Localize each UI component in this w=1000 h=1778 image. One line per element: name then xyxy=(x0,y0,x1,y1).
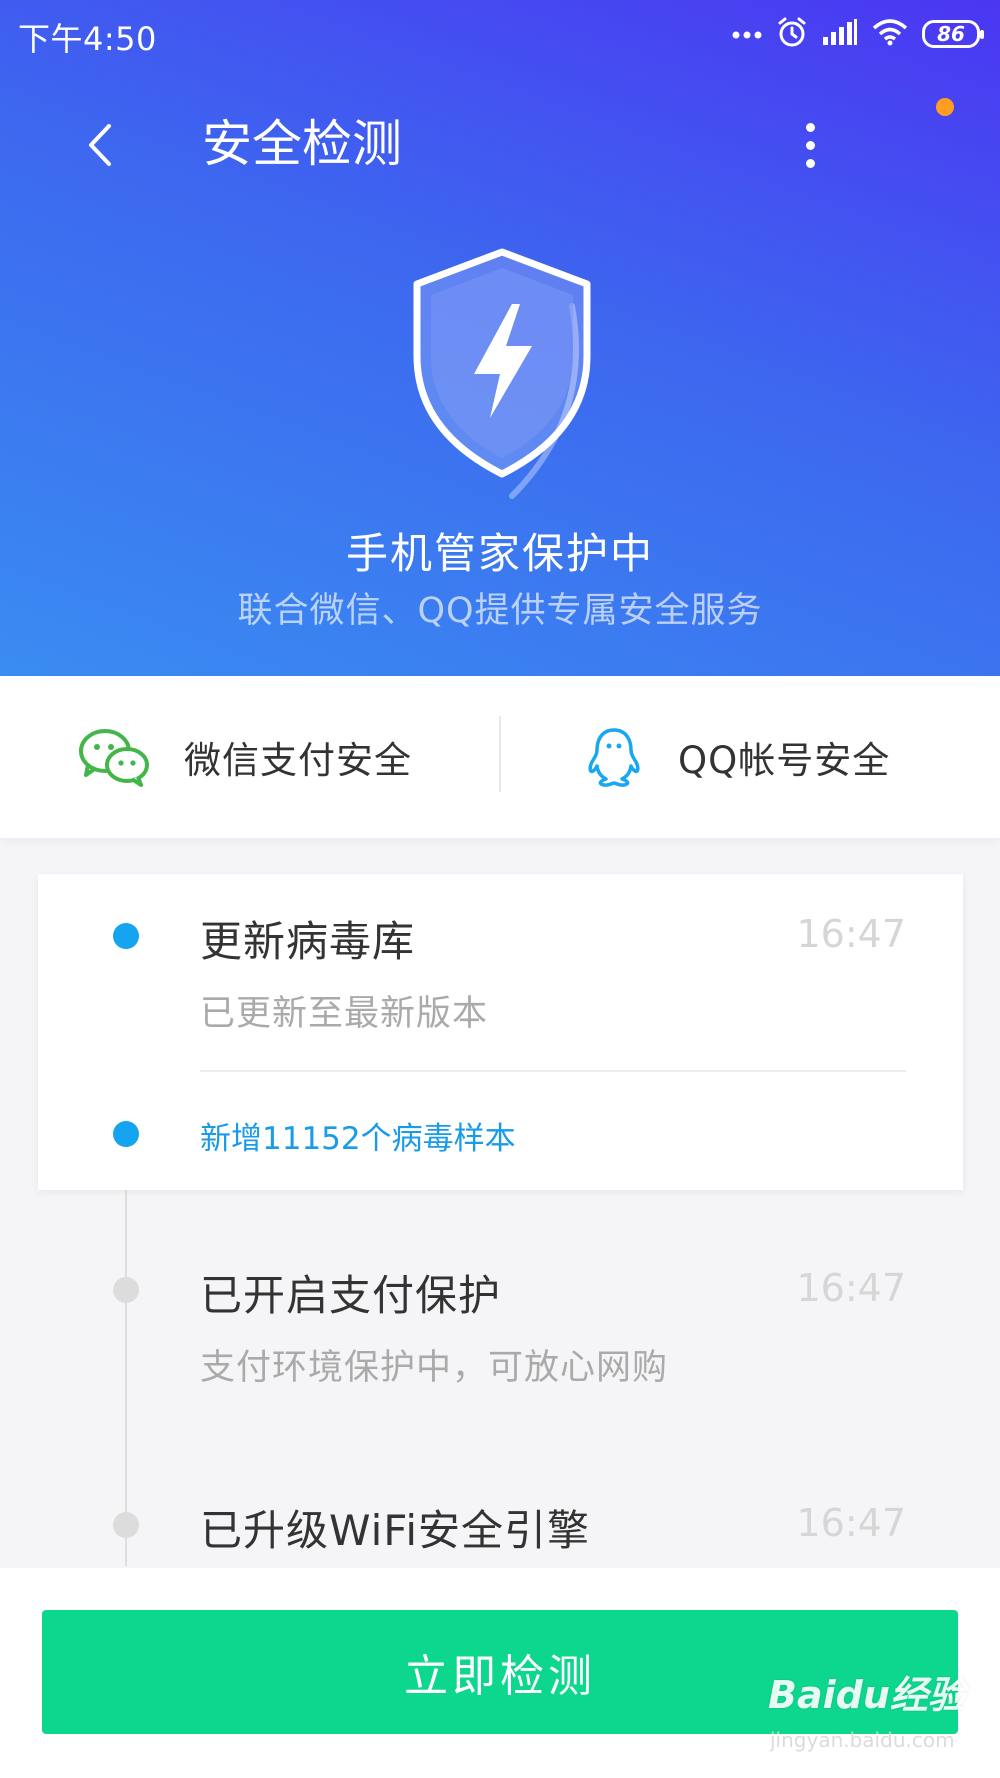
qq-account-security-button[interactable]: QQ帐号安全 xyxy=(584,676,890,838)
signal-icon xyxy=(822,19,858,49)
watermark-url: jingyan.baidu.com xyxy=(770,1728,955,1752)
timeline-time: 16:47 xyxy=(796,1501,906,1545)
timeline-sub-note: 新增11152个病毒样本 xyxy=(200,1121,516,1157)
more-vertical-icon xyxy=(805,122,815,132)
wechat-pay-security-button[interactable]: 微信支付安全 xyxy=(78,676,412,838)
wifi-icon xyxy=(872,18,908,50)
qq-penguin-icon xyxy=(588,728,640,787)
chevron-left-icon xyxy=(89,124,111,166)
status-bar: 下午4:50 86 xyxy=(0,0,1000,70)
timeline-desc: 已更新至最新版本 xyxy=(200,994,489,1034)
timeline-desc: 支付环境保护中，可放心网购 xyxy=(200,1348,669,1388)
divider xyxy=(499,716,501,792)
watermark: Baidu经验 jingyan.baidu.com xyxy=(768,1664,968,1764)
notification-dot xyxy=(936,98,954,116)
alarm-icon xyxy=(776,16,808,52)
watermark-logo: Baidu经验 xyxy=(768,1673,966,1717)
shield-lightning-icon xyxy=(413,248,591,499)
timeline-dot xyxy=(113,1512,139,1538)
divider xyxy=(200,1070,906,1072)
timeline-title: 更新病毒库 xyxy=(200,917,416,966)
qq-account-security-label: QQ帐号安全 xyxy=(678,739,891,782)
timeline-dot-active xyxy=(113,923,139,949)
timeline-title: 已升级WiFi安全引擎 xyxy=(200,1506,591,1555)
quick-actions: 微信支付安全 QQ帐号安全 xyxy=(0,676,1000,838)
timeline-time: 16:47 xyxy=(796,1266,906,1310)
timeline-dot-active xyxy=(113,1121,139,1147)
hero-subtitle: 联合微信、QQ提供专属安全服务 xyxy=(237,591,763,631)
battery-icon: 86 xyxy=(922,20,984,48)
hero-header: 下午4:50 86 安全检测 手机管家保护中 联合微信、QQ提供专属安全服务 xyxy=(0,0,1000,676)
timeline-dot xyxy=(113,1277,139,1303)
timeline-time: 16:47 xyxy=(796,912,906,956)
more-dots-icon xyxy=(732,25,762,44)
hero-title: 手机管家保护中 xyxy=(345,529,654,578)
title-bar: 安全检测 xyxy=(0,100,1000,190)
wechat-icon xyxy=(79,729,149,787)
page-title: 安全检测 xyxy=(202,115,402,173)
more-menu-button[interactable] xyxy=(790,110,830,180)
wechat-pay-security-label: 微信支付安全 xyxy=(184,739,412,782)
status-time: 下午4:50 xyxy=(18,20,157,58)
status-icons: 86 xyxy=(732,14,984,54)
back-button[interactable] xyxy=(70,110,130,180)
timeline-title: 已开启支付保护 xyxy=(200,1271,502,1320)
